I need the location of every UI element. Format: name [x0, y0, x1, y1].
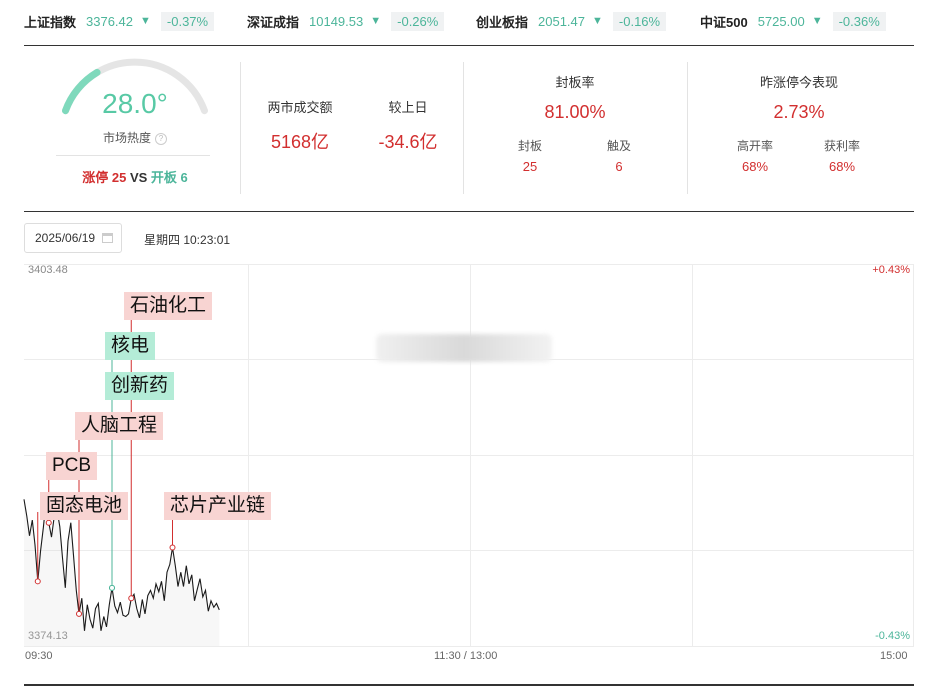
- limit-up-count: 25: [111, 170, 127, 185]
- seal-rate-value: 81.00%: [544, 102, 606, 122]
- heat-value: 28.0°: [102, 88, 168, 119]
- index-name: 创业板指: [476, 14, 529, 30]
- vs-text: VS: [129, 170, 148, 185]
- divider: [56, 155, 210, 156]
- index-value: 3376.42: [86, 13, 134, 29]
- index-value: 5725.00: [757, 13, 805, 29]
- index-change-badge: -0.36%: [832, 11, 886, 31]
- index-zz500[interactable]: 中证500 5725.00 ▼ -0.36%: [700, 10, 886, 32]
- profit-label: 获利率: [823, 139, 860, 153]
- divider: [240, 62, 241, 194]
- turnover-compare-value: -34.6亿: [378, 132, 438, 152]
- limit-up-label: 涨停: [82, 170, 109, 185]
- index-cyb[interactable]: 创业板指 2051.47 ▼ -0.16%: [476, 10, 667, 32]
- watermark: [376, 334, 552, 362]
- heat-label-row: 市场热度?: [40, 129, 230, 146]
- open-label: 开板: [150, 170, 177, 185]
- limit-vs-open: 涨停 25 VS 开板 6: [40, 167, 230, 186]
- sealed-count: 25: [522, 159, 538, 174]
- date-picker[interactable]: 2025/06/19: [24, 223, 122, 253]
- event-tag[interactable]: 核电: [105, 332, 156, 360]
- high-open-value: 68%: [741, 159, 769, 174]
- heat-label: 市场热度: [102, 131, 151, 145]
- profit-value: 68%: [828, 159, 856, 174]
- touched-label: 触及: [606, 139, 631, 153]
- weekday-time: 星期四 10:23:01: [144, 233, 231, 247]
- intraday-chart: 3403.48 3374.13 +0.43% -0.43% 09:30 11:3…: [0, 258, 926, 668]
- index-ticker-bar: 上证指数 3376.42 ▼ -0.37% 深证成指 10149.53 ▼ -0…: [0, 0, 926, 44]
- yesterday-value: 2.73%: [773, 102, 825, 122]
- event-tag[interactable]: 固态电池: [40, 492, 129, 520]
- index-sh[interactable]: 上证指数 3376.42 ▼ -0.37%: [24, 10, 215, 32]
- market-heat-gauge: 28.0° 市场热度? 涨停 25 VS 开板 6: [40, 56, 230, 196]
- help-icon[interactable]: ?: [155, 133, 167, 145]
- index-change-badge: -0.16%: [612, 11, 667, 31]
- date-value: 2025/06/19: [35, 231, 96, 245]
- high-open-label: 高开率: [736, 139, 773, 153]
- index-sz[interactable]: 深证成指 10149.53 ▼ -0.26%: [247, 10, 445, 32]
- event-tag[interactable]: 芯片产业链: [164, 492, 272, 520]
- turnover-label: 两市成交额: [267, 100, 333, 115]
- divider: [24, 684, 914, 686]
- event-marker[interactable]: [128, 595, 135, 602]
- event-tag[interactable]: PCB: [46, 452, 98, 480]
- divider: [463, 62, 464, 194]
- divider: [24, 45, 914, 46]
- event-tag[interactable]: 人脑工程: [75, 412, 164, 440]
- open-count: 6: [180, 170, 188, 185]
- index-name: 中证500: [700, 14, 748, 30]
- turnover-value: 5168亿: [270, 132, 330, 152]
- event-marker[interactable]: [34, 578, 41, 585]
- yesterday-title: 昨涨停今表现: [759, 75, 838, 90]
- down-arrow-icon: ▼: [370, 15, 382, 27]
- index-change-badge: -0.26%: [391, 11, 445, 31]
- divider: [24, 211, 914, 212]
- calendar-icon[interactable]: [102, 233, 113, 243]
- index-value: 10149.53: [309, 13, 364, 29]
- index-name: 深证成指: [247, 14, 300, 30]
- index-name: 上证指数: [24, 14, 77, 30]
- down-arrow-icon: ▼: [140, 15, 151, 27]
- seal-rate-title: 封板率: [555, 75, 595, 90]
- down-arrow-icon: ▼: [592, 15, 603, 27]
- sealed-label: 封板: [517, 139, 542, 153]
- event-tag[interactable]: 石油化工: [124, 292, 213, 320]
- index-change-badge: -0.37%: [160, 11, 215, 31]
- down-arrow-icon: ▼: [811, 15, 823, 27]
- divider: [687, 62, 688, 194]
- touched-count: 6: [615, 159, 623, 174]
- event-marker[interactable]: [45, 519, 52, 526]
- index-value: 2051.47: [538, 13, 586, 29]
- event-marker[interactable]: [109, 584, 115, 591]
- turnover-compare-label: 较上日: [388, 100, 428, 115]
- event-marker[interactable]: [169, 544, 176, 551]
- event-marker[interactable]: [76, 610, 82, 617]
- event-tag[interactable]: 创新药: [105, 372, 175, 400]
